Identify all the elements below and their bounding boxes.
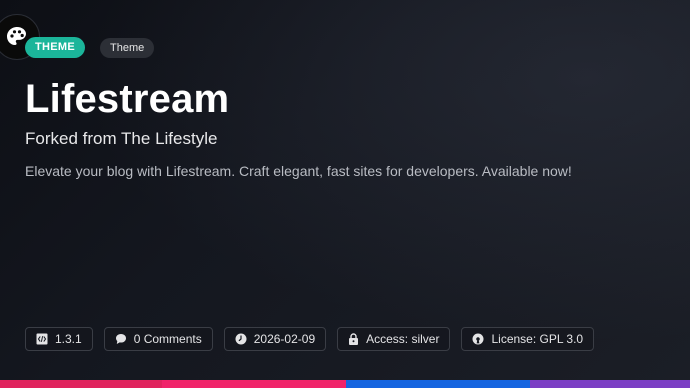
accent-stripe: [0, 380, 690, 388]
badge-row: THEME Theme: [25, 37, 155, 58]
date-label: 2026-02-09: [253, 332, 316, 346]
speech-bubble-icon: [115, 333, 127, 345]
category-badge[interactable]: THEME: [25, 37, 85, 58]
stripe-segment-purple: [530, 380, 690, 388]
version-label: 1.3.1: [55, 332, 82, 346]
date-chip: 2026-02-09: [223, 327, 327, 351]
meta-row: 1.3.1 0 Comments 2026-02-09 Access: silv…: [25, 327, 595, 351]
comments-label: 0 Comments: [133, 332, 202, 346]
open-source-icon: [472, 333, 484, 345]
code-file-icon: [36, 333, 48, 345]
stripe-segment-pink: [162, 380, 346, 388]
lock-icon: [348, 333, 359, 345]
license-label: License: GPL 3.0: [491, 332, 584, 346]
page-description: Elevate your blog with Lifestream. Craft…: [25, 163, 572, 179]
stripe-segment-red: [0, 380, 162, 388]
page-subtitle: Forked from The Lifestyle: [25, 129, 218, 148]
license-chip: License: GPL 3.0: [461, 327, 595, 351]
access-chip: Access: silver: [337, 327, 451, 351]
access-label: Access: silver: [366, 332, 440, 346]
clock-icon: [235, 333, 247, 345]
comments-chip[interactable]: 0 Comments: [103, 327, 213, 351]
stripe-segment-blue: [346, 380, 530, 388]
tag-badge[interactable]: Theme: [100, 37, 155, 58]
version-chip: 1.3.1: [25, 327, 93, 351]
page-title: Lifestream: [25, 77, 230, 121]
